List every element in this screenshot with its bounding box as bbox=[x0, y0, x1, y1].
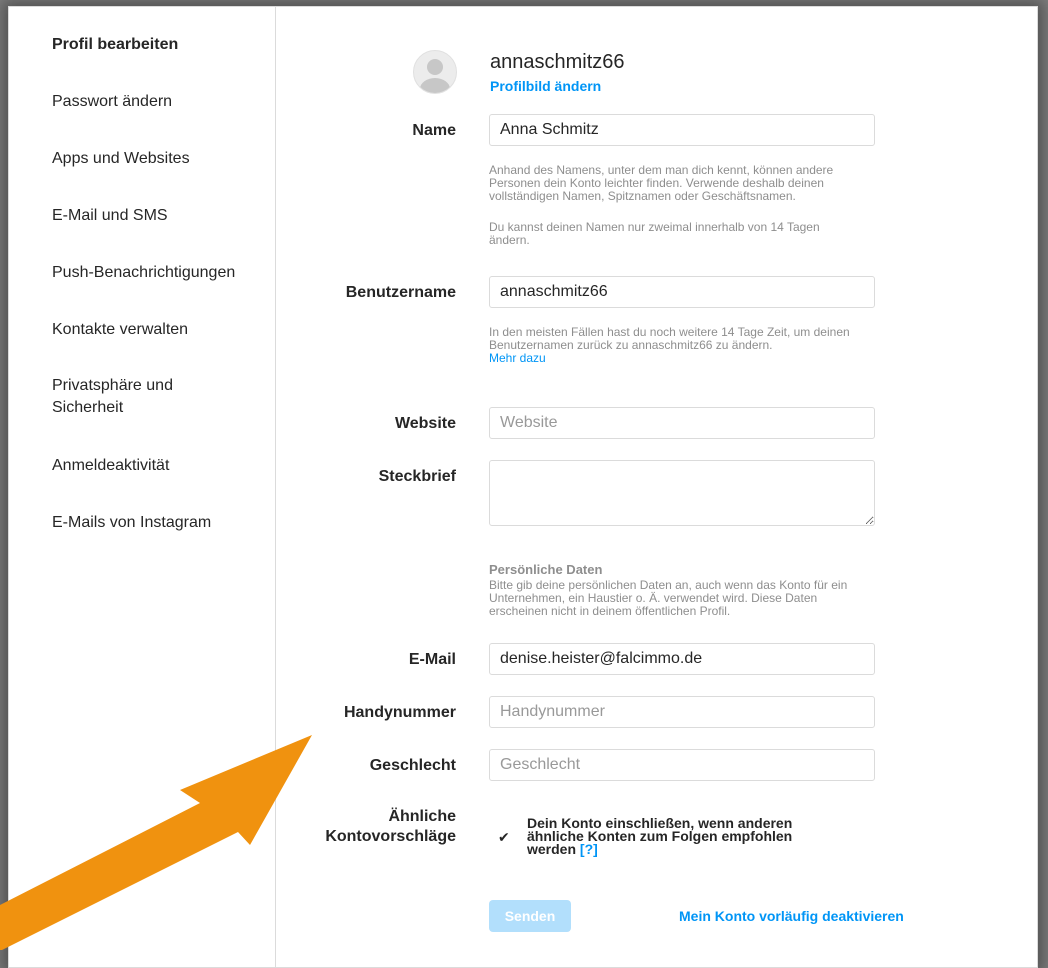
similar-accounts-label: Ähnliche Kontovorschläge bbox=[325, 808, 456, 845]
avatar[interactable] bbox=[413, 50, 457, 94]
checkbox-label: Dein Konto einschließen, wenn anderen äh… bbox=[527, 815, 793, 857]
personal-info-heading: Persönliche Daten bbox=[489, 562, 603, 577]
email-input[interactable] bbox=[489, 643, 875, 675]
sidebar-item-privacy-security[interactable]: Privatsphäre und Sicherheit bbox=[52, 375, 212, 419]
name-input[interactable] bbox=[489, 114, 875, 146]
settings-sidebar: Profil bearbeiten Passwort ändern Apps u… bbox=[9, 7, 276, 967]
website-label: Website bbox=[394, 415, 456, 432]
email-label: E-Mail bbox=[408, 651, 456, 668]
settings-window: Profil bearbeiten Passwort ändern Apps u… bbox=[8, 6, 1038, 968]
name-change-limit-text: Du kannst deinen Namen nur zweimal inner… bbox=[489, 220, 820, 247]
checkmark-icon[interactable]: ✔ bbox=[498, 829, 510, 846]
name-help-text: Anhand des Namens, unter dem man dich ke… bbox=[489, 163, 834, 203]
similar-accounts-checkbox-text: Dein Konto einschließen, wenn anderen äh… bbox=[527, 815, 817, 857]
username-input[interactable] bbox=[489, 276, 875, 308]
name-label: Name bbox=[412, 122, 456, 139]
username-help-text: In den meisten Fällen hast du noch weite… bbox=[489, 325, 850, 352]
website-input[interactable] bbox=[489, 407, 875, 439]
phone-label: Handynummer bbox=[343, 704, 456, 721]
change-profile-photo-link[interactable]: Profilbild ändern bbox=[490, 78, 601, 94]
personal-info-help-text: Bitte gib deine persönlichen Daten an, a… bbox=[489, 578, 848, 618]
deactivate-account-link[interactable]: Mein Konto vorläufig deaktivieren bbox=[679, 908, 904, 924]
help-link[interactable]: [?] bbox=[580, 841, 598, 857]
gender-input[interactable] bbox=[489, 749, 875, 781]
sidebar-item-change-password[interactable]: Passwort ändern bbox=[52, 91, 267, 113]
default-avatar-icon bbox=[420, 59, 450, 93]
bio-label: Steckbrief bbox=[378, 468, 456, 485]
edit-profile-panel: annaschmitz66 Profilbild ändern Name Anh… bbox=[276, 7, 1037, 967]
sidebar-item-push-notifications[interactable]: Push-Benachrichtigungen bbox=[52, 262, 267, 284]
username-label: Benutzername bbox=[345, 284, 456, 301]
sidebar-item-login-activity[interactable]: Anmeldeaktivität bbox=[52, 455, 267, 477]
bio-textarea[interactable] bbox=[489, 460, 875, 526]
sidebar-item-edit-profile[interactable]: Profil bearbeiten bbox=[52, 34, 267, 56]
profile-username: annaschmitz66 bbox=[490, 51, 625, 73]
gender-label: Geschlecht bbox=[369, 757, 456, 774]
learn-more-link[interactable]: Mehr dazu bbox=[489, 352, 879, 365]
sidebar-item-manage-contacts[interactable]: Kontakte verwalten bbox=[52, 319, 267, 341]
phone-input[interactable] bbox=[489, 696, 875, 728]
sidebar-item-emails-from-instagram[interactable]: E-Mails von Instagram bbox=[52, 512, 267, 534]
sidebar-item-apps-websites[interactable]: Apps und Websites bbox=[52, 148, 267, 170]
send-button[interactable]: Senden bbox=[489, 900, 571, 932]
sidebar-item-email-sms[interactable]: E-Mail und SMS bbox=[52, 205, 267, 227]
